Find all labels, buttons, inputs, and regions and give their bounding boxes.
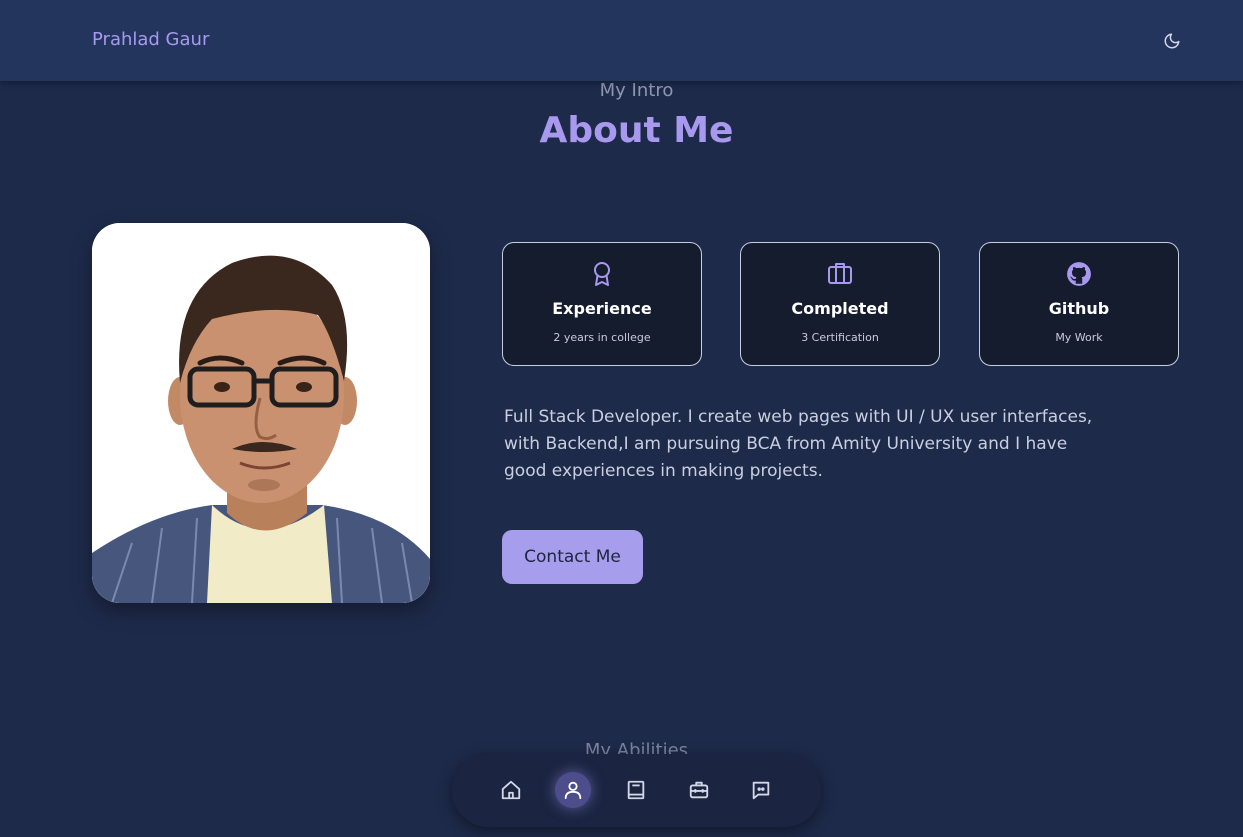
award-icon bbox=[594, 262, 610, 286]
card-subtitle: 3 Certification bbox=[801, 331, 879, 344]
github-icon bbox=[1067, 262, 1091, 286]
nav-about[interactable] bbox=[555, 772, 591, 808]
about-description: Full Stack Developer. I create web pages… bbox=[504, 407, 1093, 481]
card-title: Github bbox=[1048, 299, 1110, 318]
section-title: About Me bbox=[539, 110, 734, 151]
profile-photo bbox=[92, 223, 430, 603]
completed-card[interactable]: Completed 3 Certification bbox=[740, 242, 940, 366]
book-icon bbox=[627, 780, 645, 800]
briefcase-icon bbox=[828, 263, 852, 284]
toolbox-icon bbox=[689, 781, 709, 799]
header: Prahlad Gaur bbox=[0, 0, 1243, 81]
card-title: Completed bbox=[791, 299, 889, 318]
bottom-nav bbox=[452, 754, 821, 827]
nav-contact[interactable] bbox=[743, 772, 779, 808]
nav-portfolio[interactable] bbox=[681, 772, 717, 808]
github-card[interactable]: Github My Work bbox=[979, 242, 1179, 366]
nav-education[interactable] bbox=[618, 772, 654, 808]
brand-logo[interactable]: Prahlad Gaur bbox=[92, 29, 209, 50]
card-title: Experience bbox=[552, 299, 652, 318]
message-icon bbox=[752, 781, 770, 800]
card-subtitle: 2 years in college bbox=[553, 331, 651, 344]
card-subtitle: My Work bbox=[1055, 331, 1103, 344]
section-subtitle: My Intro bbox=[599, 80, 674, 101]
moon-icon bbox=[1164, 33, 1180, 49]
home-icon bbox=[501, 780, 521, 800]
user-icon bbox=[564, 781, 582, 800]
contact-me-button[interactable]: Contact Me bbox=[502, 530, 643, 584]
portrait-image bbox=[92, 223, 430, 603]
nav-home[interactable] bbox=[493, 772, 529, 808]
theme-toggle-button[interactable] bbox=[1160, 29, 1184, 53]
experience-card[interactable]: Experience 2 years in college bbox=[502, 242, 702, 366]
